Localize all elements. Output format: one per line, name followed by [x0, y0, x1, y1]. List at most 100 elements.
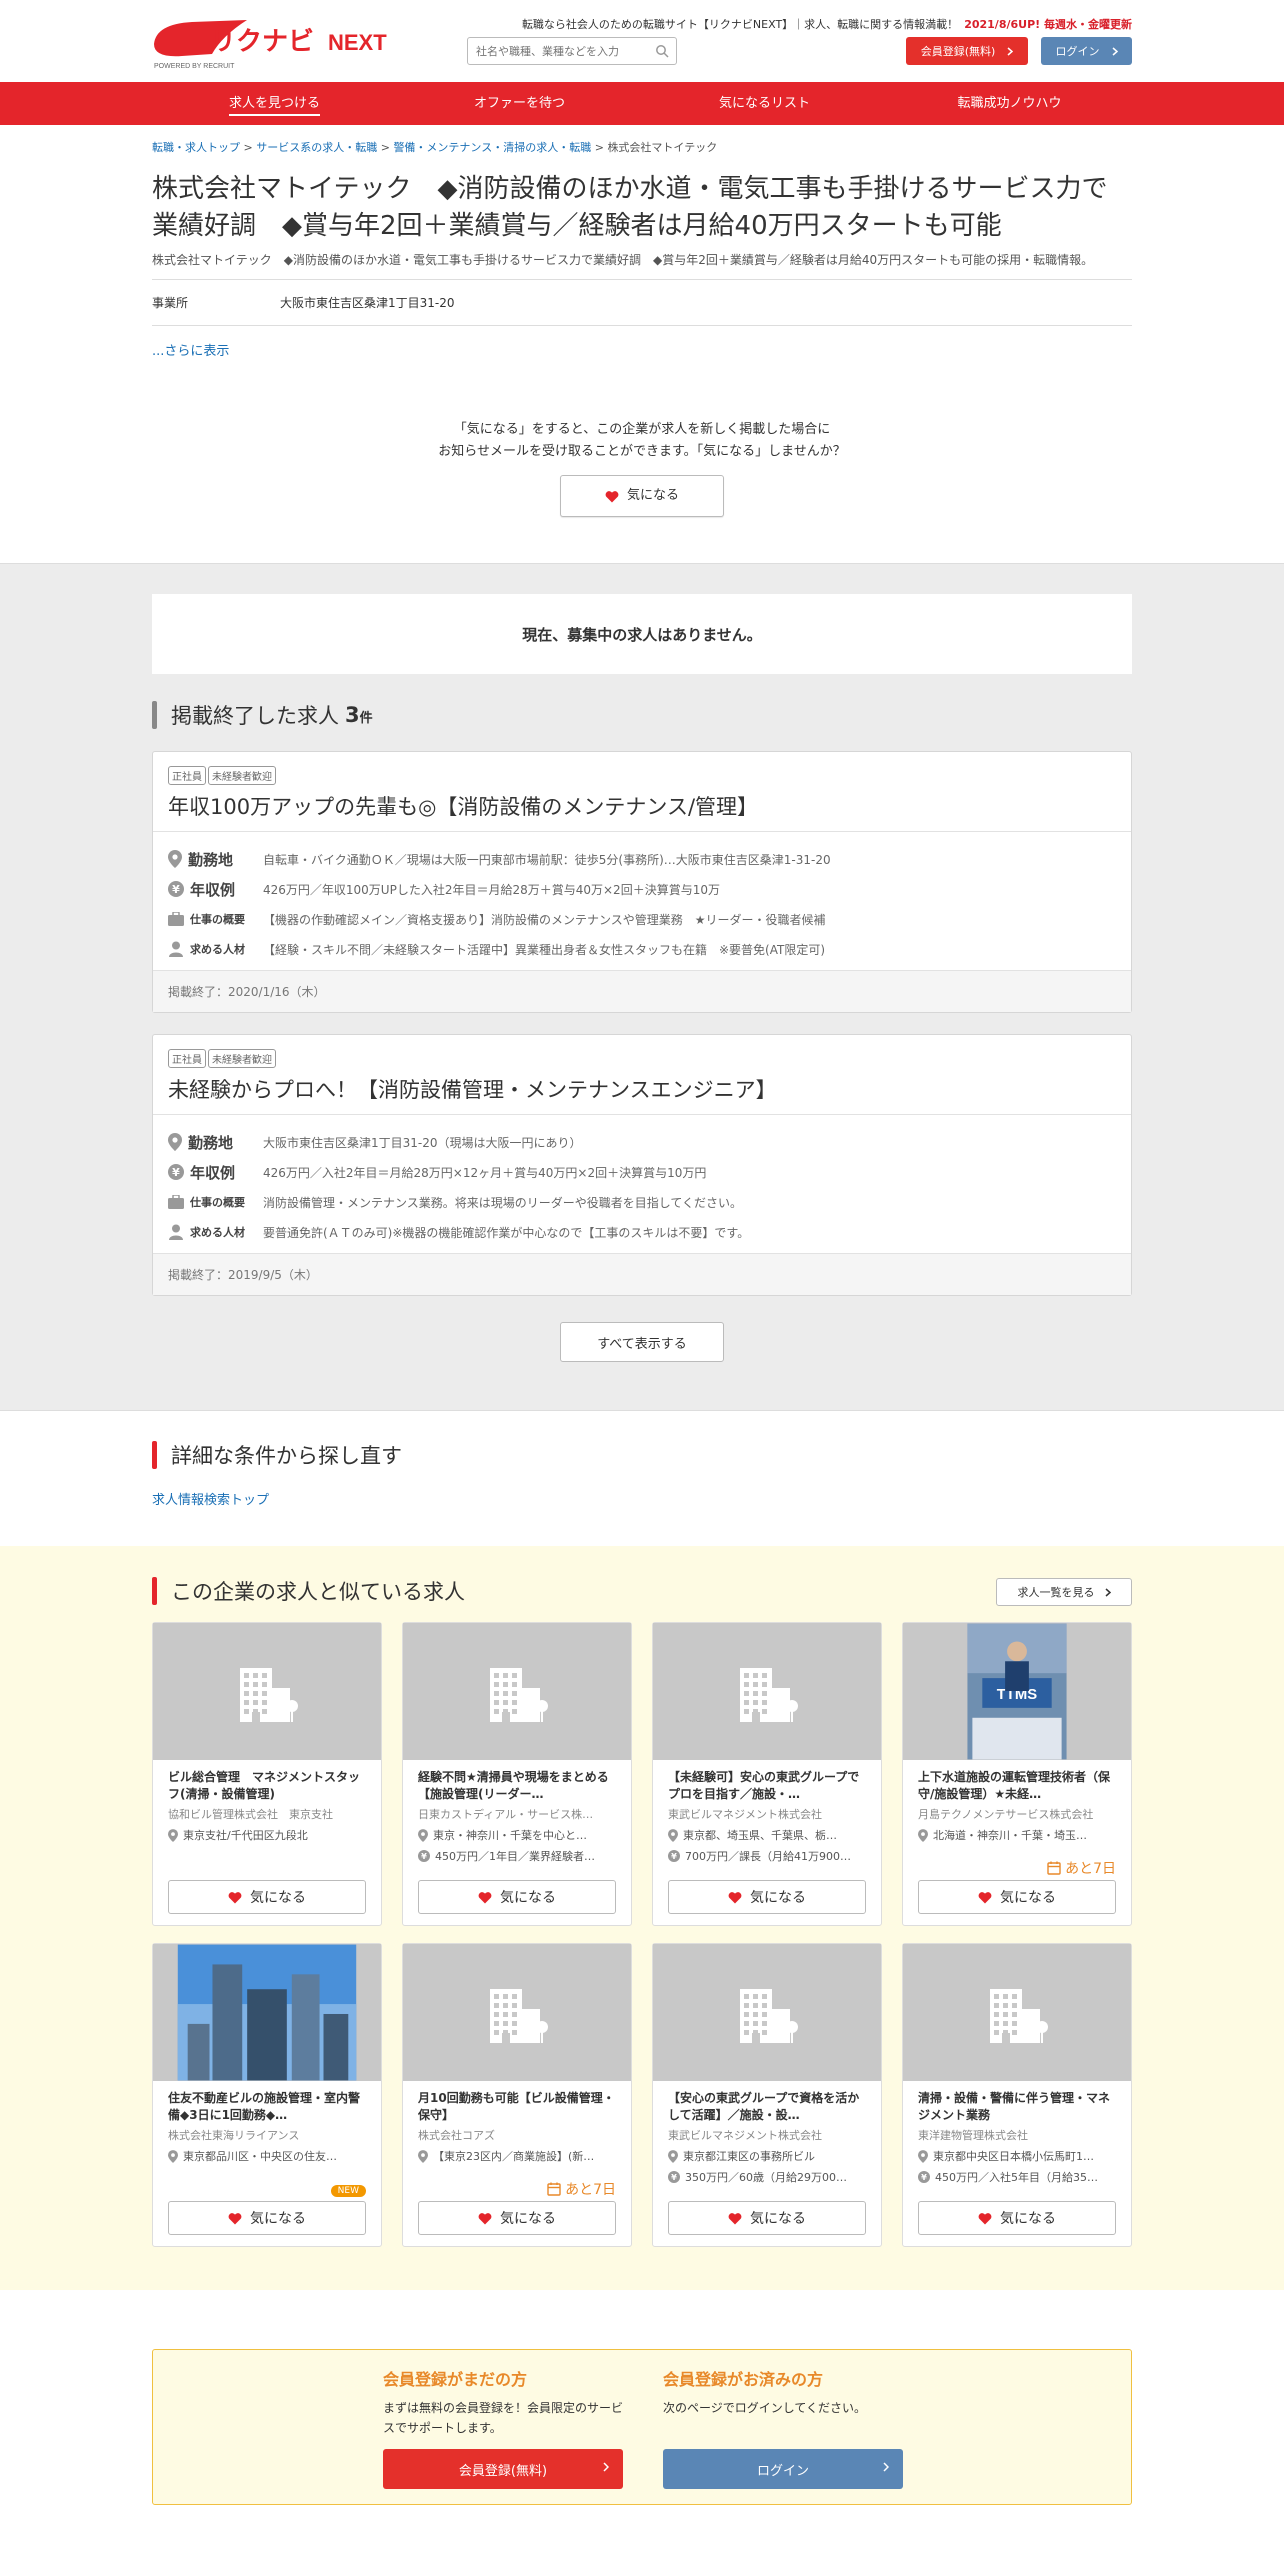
card-favorite-button[interactable]: 気になる [418, 2201, 616, 2235]
search-top-link[interactable]: 求人情報検索トップ [152, 1489, 269, 1508]
card-favorite-button[interactable]: 気になる [918, 1880, 1116, 1914]
similar-job-card[interactable]: 【未経験可】安心の東武グループでプロを目指す／施設・… 東武ビルマネジメント株式会… [652, 1622, 882, 1926]
card-title[interactable]: 経験不問★清掃員や現場をまとめる【施設管理(リーダー… [418, 1769, 616, 1803]
nav-find-jobs[interactable]: 求人を見つける [152, 82, 397, 125]
member-register-button[interactable]: 会員登録(無料) [383, 2449, 623, 2489]
card-location-row: 東京都品川区・中央区の住友… [168, 2148, 366, 2164]
location-pin-icon [668, 2149, 678, 2163]
card-image [903, 1944, 1131, 2081]
job-title[interactable]: 年収100万アップの先輩も◎【消防設備のメンテナンス/管理】 [168, 791, 1116, 821]
location-pin-icon [168, 1133, 182, 1151]
company-section: 転職・求人トップ > サービス系の求人・転職 > 警備・メンテナンス・清掃の求人… [152, 125, 1132, 517]
similar-job-card[interactable]: 清掃・設備・警備に伴う管理・マネジメント業務 東洋建物管理株式会社 東京都中央区日本… [902, 1943, 1132, 2247]
yen-icon: ¥ [668, 1850, 680, 1862]
ended-job-card[interactable]: 正社員 未経験者歓迎 未経験からプロへ！【消防設備管理・メンテナンスエンジニア】 … [152, 1034, 1132, 1296]
search-input[interactable] [468, 38, 648, 64]
nav-favorites[interactable]: 気になるリスト [642, 82, 887, 125]
card-location-row: 東京都中央区日本橋小伝馬町1… [918, 2148, 1116, 2164]
search-icon[interactable] [655, 44, 669, 58]
similar-job-card[interactable]: TTMS 上下水道施設の運転管理技術者（保守/施設管理）★未経… 月島テクノメンテサ… [902, 1622, 1132, 1926]
chevron-right-icon [883, 2462, 889, 2472]
card-title[interactable]: 清掃・設備・警備に伴う管理・マネジメント業務 [918, 2090, 1116, 2124]
global-nav: 求人を見つける オファーを待つ 気になるリスト 転職成功ノウハウ [0, 82, 1284, 125]
member-login-button[interactable]: ログイン [663, 2449, 903, 2489]
similar-job-card[interactable]: 【安心の東武グループで資格を活かして活躍】／施設・設… 東武ビルマネジメント株式会… [652, 1943, 882, 2247]
job-location-row: 勤務地 自転車・バイク通勤ＯＫ／現場は大阪一円東部市場前駅：徒歩5分(事務所)…… [168, 844, 1116, 874]
registered-column: 会員登録がお済みの方 次のページでログインしてください。 [663, 2366, 908, 2418]
similar-job-card[interactable]: 住友不動産ビルの施設管理・室内警備◆3日に1回勤務◆… 株式会社東海リライアンス東… [152, 1943, 382, 2247]
show-more-link[interactable]: ...さらに表示 [152, 340, 1132, 359]
job-location: 大阪市東住吉区桑津1丁目31-20（現場は大阪一円にあり） [263, 1135, 582, 1150]
update-notice: 2021/8/6UP! 毎週水・金曜更新 [964, 18, 1132, 31]
location-pin-icon [418, 1828, 428, 1842]
nav-label: 転職成功ノウハウ [957, 96, 1062, 111]
building-placeholder-icon [240, 1667, 298, 1722]
card-favorite-label: 気になる [1000, 1890, 1056, 1906]
heart-icon [228, 1891, 242, 1903]
similar-job-card[interactable]: 経験不問★清掃員や現場をまとめる【施設管理(リーダー… 日東カストディアル・サービ… [402, 1622, 632, 1926]
new-badge: NEW [330, 2185, 366, 2197]
card-favorite-button[interactable]: 気になる [418, 1880, 616, 1914]
registered-title: 会員登録がお済みの方 [663, 2370, 824, 2389]
site-header: リクナビ NEXT POWERED BY RECRUIT 転職なら社会人のための… [0, 0, 1284, 82]
deadline-text: あと7日 [565, 2182, 616, 2198]
job-list-button[interactable]: 求人一覧を見る [996, 1578, 1132, 1606]
nav-label: オファーを待つ [473, 96, 565, 111]
card-image: TTMS [903, 1623, 1131, 1760]
card-title[interactable]: 【安心の東武グループで資格を活かして活躍】／施設・設… [668, 2090, 866, 2124]
chevron-right-icon [603, 2462, 609, 2472]
location-pin-icon [668, 1828, 678, 1842]
login-button[interactable]: ログイン [1041, 37, 1132, 65]
job-tag: 未経験者歓迎 [208, 1049, 276, 1068]
building-placeholder-icon [490, 1667, 548, 1722]
similar-job-card[interactable]: ビル総合管理 マネジメントスタッフ(清掃・設備管理) 協和ビル管理株式会社 東京支… [152, 1622, 382, 1926]
show-all-button[interactable]: すべて表示する [560, 1322, 724, 1362]
card-favorite-label: 気になる [750, 1890, 806, 1906]
ended-job-card[interactable]: 正社員 未経験者歓迎 年収100万アップの先輩も◎【消防設備のメンテナンス/管理】… [152, 751, 1132, 1013]
card-title[interactable]: 月10回勤務も可能【ビル設備管理・保守】 [418, 2090, 616, 2124]
similar-job-card[interactable]: 月10回勤務も可能【ビル設備管理・保守】 株式会社コアズ 【東京23区内／商業施設】… [402, 1943, 632, 2247]
yen-icon: ¥ [418, 1850, 430, 1862]
card-image [653, 1623, 881, 1760]
office-label: 事業所 [152, 296, 189, 310]
card-favorite-button[interactable]: 気になる [668, 2201, 866, 2235]
favorite-label: 気になる [626, 488, 679, 503]
job-work: 【機器の作動確認メイン／資格支援あり】消防設備のメンテナンスや管理業務 ★リーダ… [263, 912, 826, 927]
favorite-button[interactable]: 気になる [560, 475, 724, 517]
card-salary: 450万円／1年目／業界経験者… [435, 1850, 595, 1863]
breadcrumb-link[interactable]: サービス系の求人・転職 [256, 141, 377, 154]
card-favorite-button[interactable]: 気になる [918, 2201, 1116, 2235]
card-favorite-button[interactable]: 気になる [168, 1880, 366, 1914]
nav-wait-offers[interactable]: オファーを待つ [397, 82, 642, 125]
job-ended-date: 掲載終了：2020/1/16（木） [153, 970, 1131, 1012]
card-company: 株式会社コアズ [418, 2129, 495, 2142]
card-title[interactable]: 上下水道施設の運転管理技術者（保守/施設管理）★未経… [918, 1769, 1116, 1803]
register-button[interactable]: 会員登録(無料) [906, 37, 1028, 65]
card-favorite-button[interactable]: 気になる [668, 1880, 866, 1914]
deadline-badge: あと7日 [547, 2179, 616, 2199]
card-title[interactable]: 住友不動産ビルの施設管理・室内警備◆3日に1回勤務◆… [168, 2090, 366, 2124]
breadcrumb-link[interactable]: 警備・メンテナンス・清掃の求人・転職 [393, 141, 591, 154]
deadline-text: あと7日 [1065, 1861, 1116, 1877]
card-favorite-button[interactable]: 気になる [168, 2201, 366, 2235]
chevron-right-icon [1105, 1587, 1111, 1597]
job-req-row: 求める人材 【経験・スキル不問／未経験スタート活躍中】異業種出身者＆女性スタッフ… [168, 934, 1116, 964]
member-login-label: ログイン [756, 2463, 809, 2479]
card-salary: 700万円／課長（月給41万900… [685, 1850, 851, 1863]
breadcrumb-link[interactable]: 転職・求人トップ [152, 141, 240, 154]
card-title[interactable]: ビル総合管理 マネジメントスタッフ(清掃・設備管理) [168, 1769, 366, 1803]
count-number: 3 [345, 703, 360, 727]
card-company: 株式会社東海リライアンス [168, 2129, 300, 2142]
job-ended-date: 掲載終了：2019/9/5（木） [153, 1253, 1131, 1295]
job-req-row: 求める人材 要普通免許(ＡＴのみ可)※機器の機能確認作業が中心なので【工事のスキ… [168, 1217, 1116, 1247]
briefcase-icon [168, 1195, 184, 1209]
site-logo[interactable]: リクナビ NEXT POWERED BY RECRUIT [152, 14, 402, 70]
nav-knowhow[interactable]: 転職成功ノウハウ [887, 82, 1132, 125]
heart-icon [478, 2212, 492, 2224]
heart-icon [478, 1891, 492, 1903]
nav-label: 求人を見つける [228, 96, 320, 116]
card-title[interactable]: 【未経験可】安心の東武グループでプロを目指す／施設・… [668, 1769, 866, 1803]
job-title[interactable]: 未経験からプロへ！【消防設備管理・メンテナンスエンジニア】 [168, 1074, 1116, 1104]
company-photo [153, 1944, 381, 2081]
favorite-prompt: 「気になる」をすると、この企業が求人を新しく掲載した場合に お知らせメールを受け… [152, 419, 1132, 517]
